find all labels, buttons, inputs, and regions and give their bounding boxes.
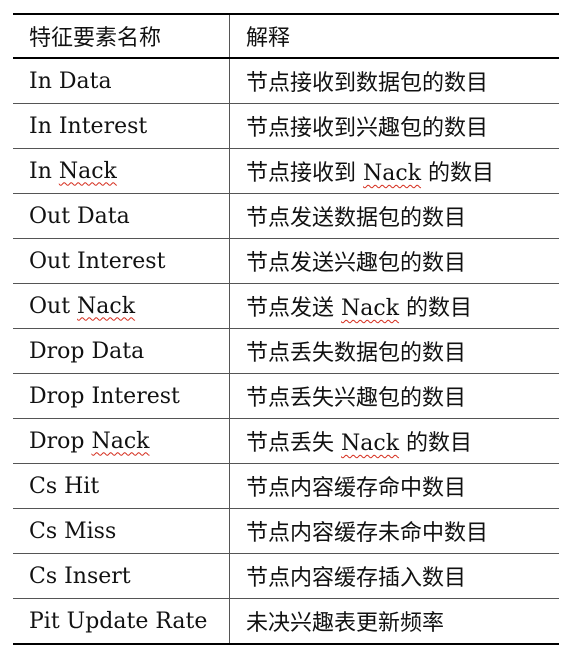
- table-row: Cs Miss 节点内容缓存未命中数目: [13, 508, 559, 554]
- feature-name-text: In Interest: [29, 113, 148, 139]
- explanation-text: 节点内容缓存命中数目: [246, 476, 467, 501]
- feature-name-cell: Cs Miss: [13, 508, 230, 554]
- spellcheck-flagged-term: Nack: [91, 428, 150, 454]
- explanation-cell: 节点发送数据包的数目: [229, 193, 559, 239]
- header-explanation: 解释: [229, 13, 559, 59]
- feature-name-text: Out: [29, 293, 78, 319]
- feature-name-text: Out Data: [29, 203, 130, 229]
- table-row: In Data 节点接收到数据包的数目: [13, 58, 559, 104]
- table-row: Drop Data 节点丢失数据包的数目: [13, 328, 559, 374]
- explanation-text: 节点丢失: [246, 431, 341, 456]
- explanation-cell: 节点丢失 Nack 的数目: [229, 418, 559, 464]
- feature-name-text: Drop Data: [29, 338, 145, 364]
- feature-name-text: In Data: [29, 68, 112, 94]
- explanation-text: 节点发送: [246, 296, 341, 321]
- table-row: In Interest 节点接收到兴趣包的数目: [13, 103, 559, 149]
- explanation-cell: 节点内容缓存未命中数目: [229, 508, 559, 554]
- feature-name-cell: Cs Hit: [13, 463, 230, 509]
- feature-name-cell: In Nack: [13, 148, 230, 194]
- explanation-cell: 节点丢失数据包的数目: [229, 328, 559, 374]
- feature-name-text: Drop: [29, 428, 92, 454]
- spellcheck-flagged-term: Nack: [363, 161, 422, 186]
- explanation-cell: 节点内容缓存命中数目: [229, 463, 559, 509]
- table-row: Out Nack 节点发送 Nack 的数目: [13, 283, 559, 329]
- explanation-text: 节点内容缓存未命中数目: [246, 521, 489, 546]
- feature-name-cell: Out Interest: [13, 238, 230, 284]
- feature-name-cell: Out Data: [13, 193, 230, 239]
- explanation-text: 节点接收到数据包的数目: [246, 71, 489, 96]
- explanation-text: 未决兴趣表更新频率: [246, 611, 445, 636]
- feature-name-text: In: [29, 158, 59, 184]
- explanation-cell: 节点发送兴趣包的数目: [229, 238, 559, 284]
- explanation-cell: 节点接收到兴趣包的数目: [229, 103, 559, 149]
- spellcheck-flagged-term: Nack: [77, 293, 136, 319]
- feature-name-cell: Pit Update Rate: [13, 598, 230, 645]
- feature-name-cell: Cs Insert: [13, 553, 230, 599]
- feature-name-cell: Out Nack: [13, 283, 230, 329]
- feature-name-text: Pit Update Rate: [29, 608, 208, 634]
- feature-name-cell: In Data: [13, 58, 230, 104]
- explanation-cell: 节点发送 Nack 的数目: [229, 283, 559, 329]
- explanation-text: 的数目: [399, 431, 473, 456]
- feature-name-cell: Drop Interest: [13, 373, 230, 419]
- explanation-cell: 节点丢失兴趣包的数目: [229, 373, 559, 419]
- table-row: Cs Insert 节点内容缓存插入数目: [13, 553, 559, 599]
- table-row: Drop Interest 节点丢失兴趣包的数目: [13, 373, 559, 419]
- header-row: 特征要素名称 解释: [13, 13, 559, 59]
- feature-table: 特征要素名称 解释 In Data 节点接收到数据包的数目 In Interest 节…: [13, 13, 559, 645]
- table-row: Pit Update Rate 未决兴趣表更新频率: [13, 598, 559, 645]
- explanation-text: 节点丢失兴趣包的数目: [246, 386, 467, 411]
- explanation-text: 的数目: [421, 161, 495, 186]
- table-header: 特征要素名称 解释: [13, 13, 559, 59]
- spellcheck-flagged-term: Nack: [58, 158, 117, 184]
- explanation-text: 的数目: [399, 296, 473, 321]
- header-feature-name: 特征要素名称: [13, 13, 230, 59]
- table-row: Out Interest 节点发送兴趣包的数目: [13, 238, 559, 284]
- feature-name-cell: Drop Data: [13, 328, 230, 374]
- feature-name-cell: In Interest: [13, 103, 230, 149]
- feature-name-text: Out Interest: [29, 248, 166, 274]
- explanation-cell: 节点接收到数据包的数目: [229, 58, 559, 104]
- explanation-cell: 节点内容缓存插入数目: [229, 553, 559, 599]
- feature-name-text: Cs Miss: [29, 518, 117, 544]
- table-body: In Data 节点接收到数据包的数目 In Interest 节点接收到兴趣包的数目…: [13, 58, 559, 645]
- explanation-cell: 节点接收到 Nack 的数目: [229, 148, 559, 194]
- explanation-cell: 未决兴趣表更新频率: [229, 598, 559, 645]
- feature-name-cell: Drop Nack: [13, 418, 230, 464]
- explanation-text: 节点接收到: [246, 161, 363, 186]
- feature-name-text: Drop Interest: [29, 383, 180, 409]
- spellcheck-flagged-term: Nack: [341, 296, 400, 321]
- spellcheck-flagged-term: Nack: [341, 431, 400, 456]
- explanation-text: 节点发送数据包的数目: [246, 206, 467, 231]
- explanation-text: 节点内容缓存插入数目: [246, 566, 467, 591]
- table-row: Out Data 节点发送数据包的数目: [13, 193, 559, 239]
- explanation-text: 节点丢失数据包的数目: [246, 341, 467, 366]
- feature-name-text: Cs Insert: [29, 563, 131, 589]
- table-row: In Nack 节点接收到 Nack 的数目: [13, 148, 559, 194]
- explanation-text: 节点接收到兴趣包的数目: [246, 116, 489, 141]
- table-row: Cs Hit 节点内容缓存命中数目: [13, 463, 559, 509]
- feature-name-text: Cs Hit: [29, 473, 100, 499]
- table-row: Drop Nack 节点丢失 Nack 的数目: [13, 418, 559, 464]
- explanation-text: 节点发送兴趣包的数目: [246, 251, 467, 276]
